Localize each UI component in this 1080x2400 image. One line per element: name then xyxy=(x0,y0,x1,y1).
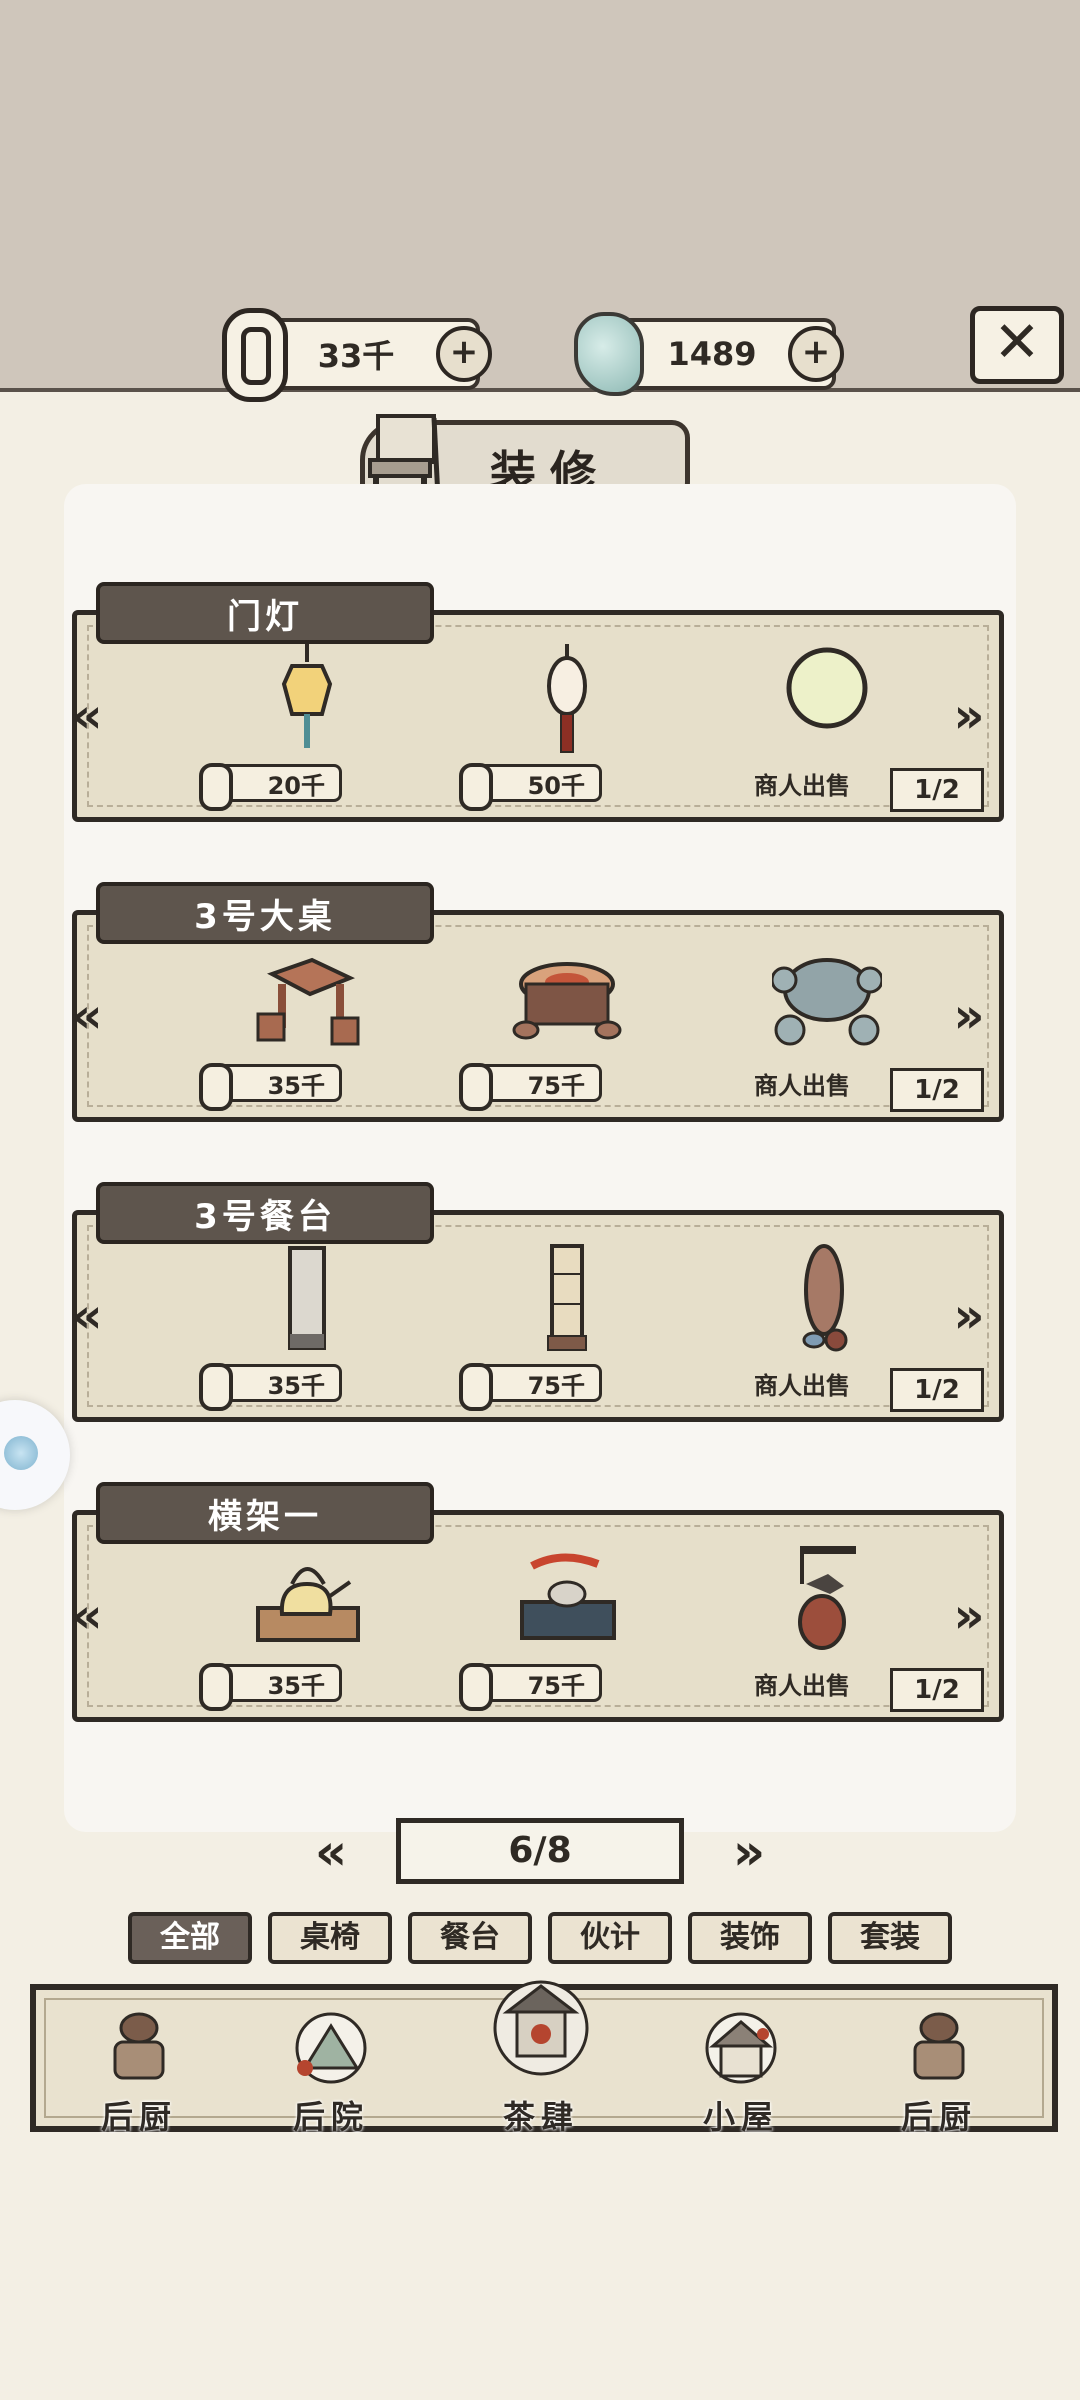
merchant-sold-label: 商人出售 xyxy=(754,1672,850,1700)
teahouse-icon xyxy=(493,1980,589,2076)
row-next-arrow-icon[interactable]: » xyxy=(934,690,1004,742)
row-prev-arrow-icon[interactable]: « xyxy=(52,990,122,1042)
row-label: 横架一 xyxy=(96,1482,434,1544)
item-row-rack: 横架一 « » 35千 75千 商人出售 1/2 xyxy=(71,1482,1006,1722)
row-prev-arrow-icon[interactable]: « xyxy=(52,1290,122,1342)
price-tag: 20千 xyxy=(199,763,342,811)
nav-label: 后厨 xyxy=(100,2098,177,2136)
price-tag: 35千 xyxy=(199,1363,342,1411)
item-slot[interactable]: 75千 xyxy=(459,1238,662,1411)
hanging-jar-icon xyxy=(798,1546,856,1650)
teapot-tray-icon xyxy=(256,1567,360,1642)
tab-decorations[interactable]: 装饰 xyxy=(688,1912,812,1964)
nav-backyard[interactable]: 后院 xyxy=(256,2000,406,2136)
backyard-icon xyxy=(295,2012,367,2084)
nav-label: 茶肆 xyxy=(502,2098,579,2136)
coin-icon xyxy=(199,763,233,811)
row-label: 3号大桌 xyxy=(96,882,434,944)
price-tag: 75千 xyxy=(459,1663,602,1711)
tab-sets[interactable]: 套装 xyxy=(828,1912,952,1964)
item-slot[interactable]: 35千 xyxy=(199,1538,402,1711)
merchant-sold-label: 商人出售 xyxy=(754,772,850,800)
bonsai-rack-icon xyxy=(520,1553,616,1640)
add-coins-button[interactable]: + xyxy=(436,326,492,382)
price-tag: 75千 xyxy=(459,1363,602,1411)
white-counter-icon xyxy=(288,1246,326,1350)
stump-table-icon xyxy=(512,962,622,1040)
row-label: 门灯 xyxy=(96,582,434,644)
page-indicator: 6/8 xyxy=(396,1818,684,1884)
cook-pot-icon xyxy=(913,2012,965,2080)
row-page-indicator: 1/2 xyxy=(890,1668,984,1712)
close-button[interactable]: ✕ xyxy=(970,306,1064,384)
row-next-arrow-icon[interactable]: » xyxy=(934,990,1004,1042)
tab-all[interactable]: 全部 xyxy=(128,1912,252,1964)
price-tag: 35千 xyxy=(199,1663,342,1711)
top-divider xyxy=(0,388,1080,406)
coin-icon xyxy=(199,1663,233,1711)
coin-icon xyxy=(459,1363,493,1411)
row-next-arrow-icon[interactable]: » xyxy=(934,1590,1004,1642)
prev-page-arrow-icon[interactable]: « xyxy=(276,1822,386,1882)
coin-icon xyxy=(459,763,493,811)
price-tag: 75千 xyxy=(459,1063,602,1111)
tab-counters[interactable]: 餐台 xyxy=(408,1912,532,1964)
floating-assistant-button[interactable] xyxy=(0,1400,70,1510)
row-page-indicator: 1/2 xyxy=(890,1368,984,1412)
tab-tables-chairs[interactable]: 桌椅 xyxy=(268,1912,392,1964)
item-row-dining-counter: 3号餐台 « » 35千 75千 商人出售 1/2 xyxy=(71,1182,1006,1422)
merchant-sold-label: 商人出售 xyxy=(754,1072,850,1100)
row-label: 3号餐台 xyxy=(96,1182,434,1244)
cook-pot-icon xyxy=(113,2012,165,2080)
assistant-icon xyxy=(4,1436,38,1470)
item-row-door-lamp: 门灯 « » 20千 50千 商人出售 1/2 xyxy=(71,582,1006,822)
nav-cottage[interactable]: 小屋 xyxy=(666,2000,816,2136)
item-row-big-table: 3号大桌 « » 35千 75千 商人出售 1/2 xyxy=(71,882,1006,1122)
nav-label: 后院 xyxy=(292,2098,369,2136)
price-tag: 50千 xyxy=(459,763,602,811)
nav-teahouse[interactable]: 茶肆 xyxy=(466,1980,616,2136)
row-prev-arrow-icon[interactable]: « xyxy=(52,690,122,742)
row-prev-arrow-icon[interactable]: « xyxy=(52,1590,122,1642)
wood-counter-icon xyxy=(547,1244,587,1351)
coin-icon xyxy=(459,1063,493,1111)
merchant-sold-label: 商人出售 xyxy=(754,1372,850,1400)
jade-icon xyxy=(574,312,644,396)
coin-icon xyxy=(199,1363,233,1411)
row-page-indicator: 1/2 xyxy=(890,1068,984,1112)
price-tag: 35千 xyxy=(199,1063,342,1111)
nav-kitchen-right[interactable]: 后厨 xyxy=(864,2000,1014,2136)
hexagon-lantern-icon xyxy=(281,644,333,748)
item-slot[interactable]: 50千 xyxy=(459,638,662,811)
cottage-icon xyxy=(705,2012,777,2084)
item-slot[interactable]: 75千 xyxy=(459,938,662,1111)
item-slot[interactable]: 20千 xyxy=(199,638,402,811)
add-jade-button[interactable]: + xyxy=(788,326,844,382)
tab-staff[interactable]: 伙计 xyxy=(548,1912,672,1964)
top-backdrop xyxy=(0,0,1080,395)
coin-icon xyxy=(222,308,288,402)
coin-icon xyxy=(459,1663,493,1711)
wooden-table-icon xyxy=(256,957,360,1046)
row-next-arrow-icon[interactable]: » xyxy=(934,1290,1004,1342)
stone-table-icon xyxy=(772,958,882,1046)
nav-kitchen-left[interactable]: 后厨 xyxy=(64,2000,214,2136)
carved-counter-icon xyxy=(802,1244,848,1352)
paper-lantern-icon xyxy=(547,644,587,753)
item-slot[interactable]: 75千 xyxy=(459,1538,662,1711)
nav-label: 后厨 xyxy=(900,2098,977,2136)
item-slot[interactable]: 35千 xyxy=(199,938,402,1111)
nav-label: 小屋 xyxy=(702,2098,779,2136)
item-slot[interactable]: 35千 xyxy=(199,1238,402,1411)
next-page-arrow-icon[interactable]: » xyxy=(694,1822,804,1882)
coin-icon xyxy=(199,1063,233,1111)
moon-lamp-icon xyxy=(786,647,868,729)
row-page-indicator: 1/2 xyxy=(890,768,984,812)
